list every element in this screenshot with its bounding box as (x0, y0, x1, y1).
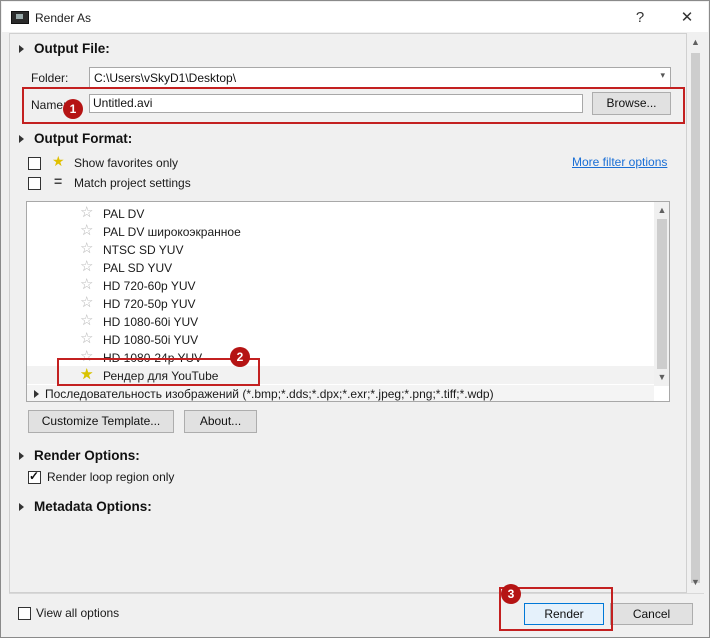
star-outline-icon[interactable]: ☆ (80, 313, 93, 329)
chevron-down-icon[interactable]: ▾ (660, 70, 665, 81)
window-title: Render As (35, 11, 92, 25)
template-item[interactable]: ☆ HD 720-50p YUV (27, 294, 654, 312)
help-button[interactable]: ? (626, 7, 654, 29)
match-project-checkbox[interactable] (28, 177, 41, 190)
cancel-button[interactable]: Cancel (610, 603, 693, 625)
view-all-options-checkbox[interactable] (18, 607, 31, 620)
template-label: HD 1080-50i YUV (103, 333, 199, 347)
star-outline-icon[interactable]: ☆ (80, 331, 93, 347)
template-item[interactable]: ☆ NTSC SD YUV (27, 240, 654, 258)
customize-template-button[interactable]: Customize Template... (28, 410, 174, 433)
output-format-heading: Output Format: (34, 131, 133, 146)
expand-triangle-icon[interactable] (34, 390, 39, 398)
annotation-badge-1: 1 (63, 99, 83, 119)
star-outline-icon[interactable]: ☆ (80, 205, 93, 221)
template-label: PAL DV широкоэкранное (103, 225, 241, 239)
template-label: PAL SD YUV (103, 261, 173, 275)
about-button[interactable]: About... (184, 410, 257, 433)
list-scrollbar[interactable]: ▲ ▼ (654, 202, 669, 386)
app-icon (11, 11, 29, 24)
list-scroll-thumb[interactable] (657, 219, 667, 369)
template-item[interactable]: ☆ HD 1080-60i YUV (27, 312, 654, 330)
template-label: HD 1080-60i YUV (103, 315, 199, 329)
show-favorites-label: Show favorites only (74, 156, 179, 170)
render-loop-region-checkbox[interactable] (28, 469, 41, 484)
annotation-box-2 (57, 358, 260, 386)
match-project-label: Match project settings (74, 176, 191, 190)
folder-value: C:\Users\vSkyD1\Desktop\ (94, 71, 237, 85)
template-label: HD 720-50p YUV (103, 297, 196, 311)
star-outline-icon[interactable]: ☆ (80, 277, 93, 293)
format-group-row[interactable]: Последовательность изображений (*.bmp;*.… (27, 385, 654, 401)
expand-triangle-icon[interactable] (19, 45, 24, 53)
expand-triangle-icon[interactable] (19, 452, 24, 460)
annotation-badge-2: 2 (230, 347, 250, 367)
render-options-heading: Render Options: (34, 448, 140, 463)
title-bar: Render As ? ✕ (2, 2, 708, 32)
template-label: NTSC SD YUV (103, 243, 184, 257)
template-label: HD 720-60p YUV (103, 279, 196, 293)
annotation-box-1 (22, 87, 685, 124)
equals-icon: = (54, 173, 63, 189)
render-loop-region-label: Render loop region only (47, 470, 175, 484)
panel-scroll-thumb[interactable] (691, 53, 700, 583)
star-outline-icon[interactable]: ☆ (80, 241, 93, 257)
close-button[interactable]: ✕ (673, 7, 701, 29)
metadata-options-heading: Metadata Options: (34, 499, 152, 514)
star-outline-icon[interactable]: ☆ (80, 259, 93, 275)
template-item[interactable]: ☆ PAL DV (27, 204, 654, 222)
folder-label: Folder: (31, 71, 69, 85)
show-favorites-checkbox[interactable] (28, 157, 41, 170)
scroll-down-arrow-icon[interactable]: ▼ (687, 574, 704, 591)
render-as-dialog: Render As ? ✕ Output File: Folder: C:\Us… (0, 0, 710, 638)
format-group-label: Последовательность изображений (*.bmp;*.… (45, 387, 494, 401)
scroll-up-arrow-icon[interactable]: ▲ (654, 202, 669, 219)
template-item[interactable]: ☆ PAL SD YUV (27, 258, 654, 276)
annotation-badge-3: 3 (501, 584, 521, 604)
panel-scrollbar[interactable]: ▲ ▼ (687, 33, 704, 591)
favorite-star-icon: ★ (52, 153, 65, 169)
expand-triangle-icon[interactable] (19, 503, 24, 511)
folder-combobox[interactable]: C:\Users\vSkyD1\Desktop\ ▾ (89, 67, 671, 88)
template-item[interactable]: ☆ HD 720-60p YUV (27, 276, 654, 294)
template-item[interactable]: ☆ PAL DV широкоэкранное (27, 222, 654, 240)
view-all-options-label: View all options (36, 606, 120, 620)
template-label: PAL DV (103, 207, 145, 221)
expand-triangle-icon[interactable] (19, 135, 24, 143)
output-file-heading: Output File: (34, 41, 110, 56)
scroll-down-arrow-icon[interactable]: ▼ (654, 369, 669, 386)
more-filter-options-link[interactable]: More filter options (572, 155, 667, 169)
template-item[interactable]: ☆ HD 1080-50i YUV (27, 330, 654, 348)
scroll-up-arrow-icon[interactable]: ▲ (687, 34, 704, 51)
star-outline-icon[interactable]: ☆ (80, 295, 93, 311)
star-outline-icon[interactable]: ☆ (80, 223, 93, 239)
